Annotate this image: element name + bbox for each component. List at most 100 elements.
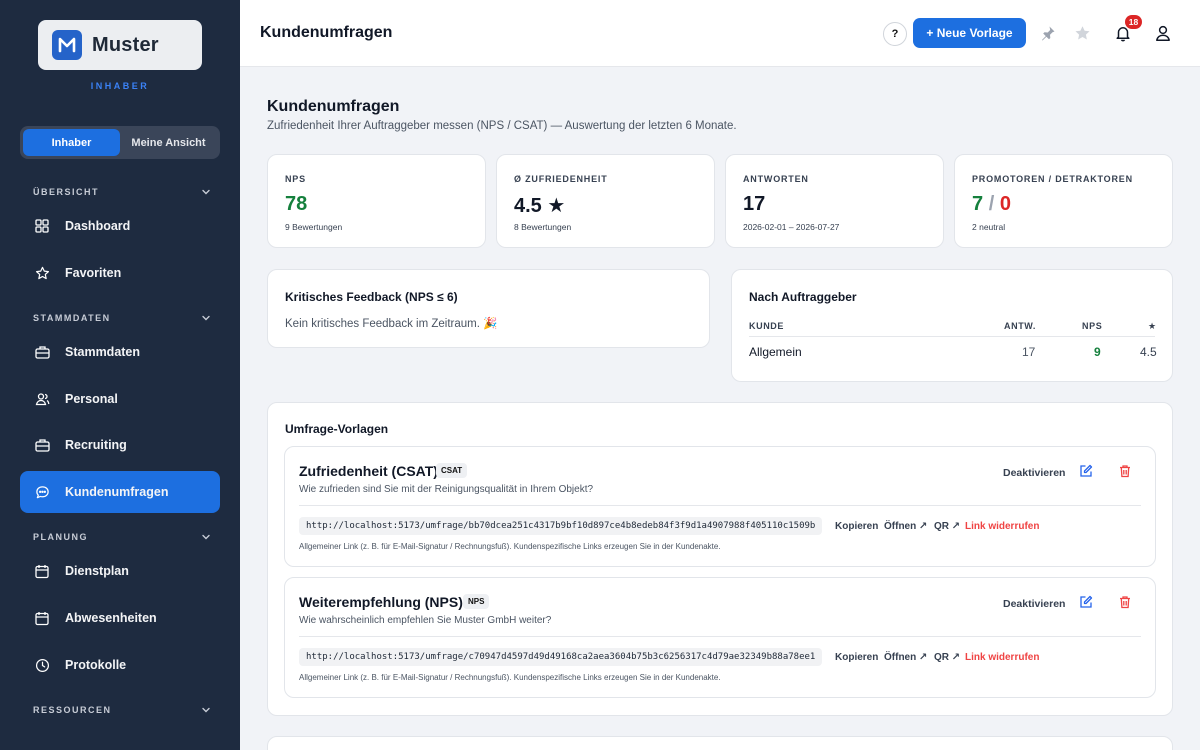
stat-separator: / — [988, 193, 995, 215]
topbar: Kundenumfragen ? + Neue Vorlage 18 — [240, 0, 1200, 67]
nav-section-resources[interactable]: RESSOURCEN — [33, 703, 213, 717]
user-icon[interactable] — [1153, 23, 1173, 43]
nav-item-label: Favoriten — [65, 266, 122, 280]
nav-item-label: Abwesenheiten — [65, 611, 157, 625]
copy-link-button[interactable]: Kopieren — [835, 521, 878, 532]
switch-owner-view[interactable]: Inhaber — [23, 129, 120, 156]
nav-section-planning[interactable]: PLANUNG — [33, 530, 213, 544]
briefcase-icon — [34, 344, 50, 360]
template-name: Weiterempfehlung (NPS) — [299, 594, 463, 610]
brand-logo[interactable]: Muster — [38, 20, 202, 70]
stat-value: 17 — [743, 193, 766, 215]
edit-icon[interactable] — [1079, 595, 1093, 609]
stat-value: 4.5 ★ — [514, 195, 566, 217]
nav-item-label: Dashboard — [65, 219, 131, 233]
stat-value: 7 / 0 — [972, 193, 1011, 216]
revoke-link-button[interactable]: Link widerrufen — [965, 521, 1039, 532]
nav-section-overview[interactable]: ÜBERSICHT — [33, 185, 213, 199]
nav-item-masterdata[interactable]: Stammdaten — [20, 331, 220, 373]
help-button[interactable]: ? — [883, 22, 907, 46]
nav-item-recruiting[interactable]: Recruiting — [20, 424, 220, 466]
deactivate-button[interactable]: Deaktivieren — [1003, 467, 1065, 479]
role-label: INHABER — [90, 81, 150, 91]
stat-card-satisfaction: Ø ZUFRIEDENHEIT 4.5 ★ 8 Bewertungen — [496, 154, 715, 248]
card-title: Nach Auftraggeber — [749, 290, 857, 304]
empty-state: Kein kritisches Feedback im Zeitraum. 🎉 — [285, 318, 498, 330]
critical-feedback-card: Kritisches Feedback (NPS ≤ 6) Kein kriti… — [267, 269, 710, 348]
template-question: Wie wahrscheinlich empfehlen Sie Muster … — [299, 615, 552, 626]
open-link-button[interactable]: Öffnen ↗ — [884, 652, 927, 663]
switch-my-view[interactable]: Meine Ansicht — [120, 129, 217, 156]
stat-value: 78 — [285, 193, 308, 215]
trash-icon[interactable] — [1118, 595, 1132, 609]
column-header-rating: ★ — [1148, 321, 1157, 331]
edit-icon[interactable] — [1079, 464, 1093, 478]
detractors-count: 0 — [999, 193, 1011, 215]
page-subtitle: Zufriedenheit Ihrer Auftraggeber messen … — [267, 120, 737, 132]
brand-name: Muster — [92, 33, 159, 56]
chevron-down-icon — [202, 315, 210, 321]
chevron-down-icon — [202, 189, 210, 195]
sidebar: Muster INHABER Inhaber Meine Ansicht ÜBE… — [0, 0, 240, 750]
copy-link-button[interactable]: Kopieren — [835, 652, 878, 663]
nav-item-logs[interactable]: Protokolle — [20, 644, 220, 686]
nav-item-surveys[interactable]: Kundenumfragen — [20, 471, 220, 513]
nav-item-absences[interactable]: Abwesenheiten — [20, 597, 220, 639]
promoters-count: 7 — [972, 193, 984, 215]
link-hint: Allgemeiner Link (z. B. für E-Mail-Signa… — [299, 673, 721, 682]
nav-item-roster[interactable]: Dienstplan — [20, 550, 220, 592]
calendar-icon — [34, 563, 50, 579]
stat-card-nps: NPS 78 9 Bewertungen — [267, 154, 486, 248]
survey-link[interactable]: http://localhost:5173/umfrage/c70947d459… — [299, 648, 823, 666]
stat-note: 2026-02-01 – 2026-07-27 — [743, 222, 840, 232]
nav-item-favorites[interactable]: Favoriten — [20, 252, 220, 294]
stat-label: Ø ZUFRIEDENHEIT — [514, 174, 608, 184]
clock-icon — [34, 657, 50, 673]
briefcase-icon — [34, 437, 50, 453]
users-icon — [34, 391, 50, 407]
trash-icon[interactable] — [1118, 464, 1132, 478]
revoke-link-button[interactable]: Link widerrufen — [965, 652, 1039, 663]
stat-note: 8 Bewertungen — [514, 222, 572, 232]
cell-nps: 9 — [1094, 345, 1101, 359]
chat-bubble-icon — [34, 484, 50, 500]
open-link-button[interactable]: Öffnen ↗ — [884, 521, 927, 532]
table-divider — [749, 336, 1155, 337]
pin-icon[interactable] — [1038, 23, 1058, 43]
nav-section-master[interactable]: STAMMDATEN — [33, 311, 213, 325]
nav-item-staff[interactable]: Personal — [20, 378, 220, 420]
card-title: Kritisches Feedback (NPS ≤ 6) — [285, 290, 458, 304]
topbar-title: Kundenumfragen — [260, 24, 393, 41]
template-card: Weiterempfehlung (NPS) NPS Wie wahrschei… — [284, 577, 1156, 698]
view-switcher: Inhaber Meine Ansicht — [20, 126, 220, 159]
deactivate-button[interactable]: Deaktivieren — [1003, 598, 1065, 610]
new-template-button[interactable]: + Neue Vorlage — [913, 18, 1026, 48]
nav-item-label: Protokolle — [65, 658, 127, 672]
nav-section-label: PLANUNG — [33, 532, 88, 542]
survey-link[interactable]: http://localhost:5173/umfrage/bb70dcea25… — [299, 517, 823, 535]
template-question: Wie zufrieden sind Sie mit der Reinigung… — [299, 484, 594, 495]
cell-rating: 4.5 — [1140, 345, 1157, 359]
stat-label: NPS — [285, 174, 306, 184]
cell-client: Allgemein — [749, 345, 802, 359]
nav-section-label: RESSOURCEN — [33, 705, 112, 715]
nav-item-label: Dienstplan — [65, 564, 129, 578]
chevron-down-icon — [202, 707, 210, 713]
link-hint: Allgemeiner Link (z. B. für E-Mail-Signa… — [299, 542, 721, 551]
stat-label: PROMOTOREN / DETRAKTOREN — [972, 174, 1133, 184]
qr-code-button[interactable]: QR ↗ — [934, 652, 960, 663]
logo-m-icon — [52, 30, 82, 60]
star-icon[interactable] — [1072, 23, 1092, 43]
column-header-client: KUNDE — [749, 321, 785, 331]
nav-item-label: Recruiting — [65, 438, 127, 452]
column-header-answers: ANTW. — [1004, 321, 1036, 331]
stat-label: ANTWORTEN — [743, 174, 809, 184]
qr-code-button[interactable]: QR ↗ — [934, 521, 960, 532]
nav-section-label: ÜBERSICHT — [33, 187, 100, 197]
nav-item-label: Stammdaten — [65, 345, 141, 359]
template-card: Zufriedenheit (CSAT) CSAT Wie zufrieden … — [284, 446, 1156, 567]
notification-badge: 18 — [1125, 15, 1142, 29]
nav-item-dashboard[interactable]: Dashboard — [20, 205, 220, 247]
grid-icon — [34, 218, 50, 234]
page-title: Kundenumfragen — [267, 98, 400, 115]
